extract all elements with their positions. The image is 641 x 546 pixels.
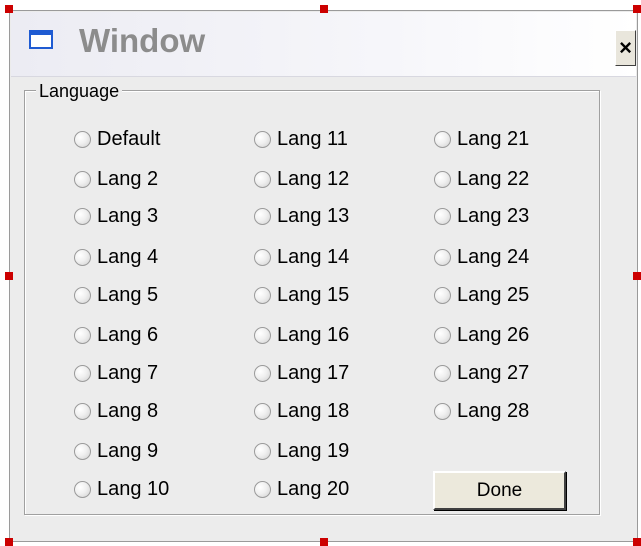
radio-circle[interactable] (74, 207, 91, 225)
radio-label: Lang 5 (97, 283, 159, 306)
radio-lang-24[interactable]: Lang 24 (434, 244, 529, 270)
radio-circle[interactable] (254, 442, 271, 460)
radio-label: Lang 2 (97, 167, 159, 190)
radio-circle[interactable] (254, 207, 271, 225)
language-group-label: Language (36, 81, 123, 101)
radio-label: Lang 11 (277, 127, 348, 150)
radio-circle[interactable] (254, 286, 271, 304)
radio-lang-5[interactable]: Lang 5 (74, 282, 158, 308)
resize-handle-bottom-right[interactable] (633, 538, 641, 546)
radio-circle[interactable] (74, 170, 91, 188)
radio-lang-14[interactable]: Lang 14 (254, 244, 349, 270)
radio-circle[interactable] (254, 480, 271, 498)
radio-label: Lang 13 (277, 204, 350, 227)
radio-lang-25[interactable]: Lang 25 (434, 282, 529, 308)
radio-label: Lang 27 (457, 361, 530, 384)
radio-circle[interactable] (74, 326, 91, 344)
radio-label: Lang 26 (457, 323, 530, 346)
radio-circle[interactable] (74, 364, 91, 382)
radio-label: Lang 23 (457, 204, 530, 227)
resize-handle-bottom-left[interactable] (5, 538, 13, 546)
radio-lang-9[interactable]: Lang 9 (74, 438, 158, 464)
radio-label: Lang 15 (277, 283, 350, 306)
radio-circle[interactable] (434, 402, 451, 420)
radio-label: Lang 19 (277, 439, 350, 462)
radio-label: Lang 28 (457, 399, 530, 422)
radio-lang-16[interactable]: Lang 16 (254, 322, 349, 348)
radio-label: Lang 10 (97, 477, 170, 500)
window-title: Window (79, 22, 206, 59)
radio-circle[interactable] (434, 207, 451, 225)
radio-label: Lang 9 (97, 439, 159, 462)
radio-lang-26[interactable]: Lang 26 (434, 322, 529, 348)
radio-label: Lang 20 (277, 477, 350, 500)
window-icon (29, 30, 53, 49)
radio-lang-12[interactable]: Lang 12 (254, 166, 349, 192)
radio-label: Lang 18 (277, 399, 350, 422)
resize-handle-bottom[interactable] (320, 538, 328, 546)
resize-handle-top[interactable] (320, 5, 328, 13)
radio-circle[interactable] (434, 326, 451, 344)
radio-circle[interactable] (254, 402, 271, 420)
radio-lang-22[interactable]: Lang 22 (434, 166, 529, 192)
radio-lang-18[interactable]: Lang 18 (254, 398, 349, 424)
close-button[interactable]: × (615, 30, 636, 66)
radio-lang-4[interactable]: Lang 4 (74, 244, 158, 270)
radio-circle[interactable] (74, 480, 91, 498)
resize-handle-left[interactable] (5, 272, 13, 280)
radio-label: Lang 16 (277, 323, 350, 346)
radio-circle[interactable] (254, 248, 271, 266)
radio-lang-27[interactable]: Lang 27 (434, 360, 529, 386)
radio-circle[interactable] (254, 364, 271, 382)
radio-lang-7[interactable]: Lang 7 (74, 360, 158, 386)
radio-circle[interactable] (434, 286, 451, 304)
radio-lang-10[interactable]: Lang 10 (74, 476, 169, 502)
radio-default[interactable]: Default (74, 126, 160, 152)
radio-lang-28[interactable]: Lang 28 (434, 398, 529, 424)
radio-circle[interactable] (74, 248, 91, 266)
radio-label: Lang 24 (457, 245, 530, 268)
radio-lang-17[interactable]: Lang 17 (254, 360, 349, 386)
radio-lang-11[interactable]: Lang 11 (254, 126, 348, 152)
radio-label: Lang 22 (457, 167, 530, 190)
radio-label: Lang 6 (97, 323, 159, 346)
radio-circle[interactable] (434, 248, 451, 266)
radio-circle[interactable] (74, 130, 91, 148)
radio-circle[interactable] (254, 326, 271, 344)
resize-handle-top-left[interactable] (5, 5, 13, 13)
radio-label: Lang 7 (97, 361, 159, 384)
radio-label: Lang 25 (457, 283, 530, 306)
radio-circle[interactable] (254, 170, 271, 188)
radio-circle[interactable] (74, 286, 91, 304)
radio-label: Lang 8 (97, 399, 159, 422)
radio-lang-13[interactable]: Lang 13 (254, 203, 349, 229)
radio-circle[interactable] (74, 442, 91, 460)
radio-lang-3[interactable]: Lang 3 (74, 203, 158, 229)
radio-lang-2[interactable]: Lang 2 (74, 166, 158, 192)
radio-label: Lang 21 (457, 127, 530, 150)
radio-circle[interactable] (434, 170, 451, 188)
title-bar[interactable]: Window × (11, 12, 636, 77)
radio-label: Lang 14 (277, 245, 350, 268)
radio-circle[interactable] (74, 402, 91, 420)
resize-handle-top-right[interactable] (633, 5, 641, 13)
resize-handle-right[interactable] (633, 272, 641, 280)
radio-lang-21[interactable]: Lang 21 (434, 126, 529, 152)
radio-circle[interactable] (254, 130, 271, 148)
radio-circle[interactable] (434, 364, 451, 382)
radio-label: Lang 17 (277, 361, 350, 384)
radio-lang-15[interactable]: Lang 15 (254, 282, 349, 308)
radio-label: Lang 12 (277, 167, 350, 190)
radio-lang-23[interactable]: Lang 23 (434, 203, 529, 229)
radio-circle[interactable] (434, 130, 451, 148)
radio-lang-19[interactable]: Lang 19 (254, 438, 349, 464)
radio-lang-8[interactable]: Lang 8 (74, 398, 158, 424)
radio-label: Lang 3 (97, 204, 159, 227)
done-button[interactable]: Done (433, 471, 566, 510)
radio-lang-6[interactable]: Lang 6 (74, 322, 158, 348)
radio-label: Default (97, 127, 161, 150)
radio-label: Lang 4 (97, 245, 159, 268)
radio-lang-20[interactable]: Lang 20 (254, 476, 349, 502)
